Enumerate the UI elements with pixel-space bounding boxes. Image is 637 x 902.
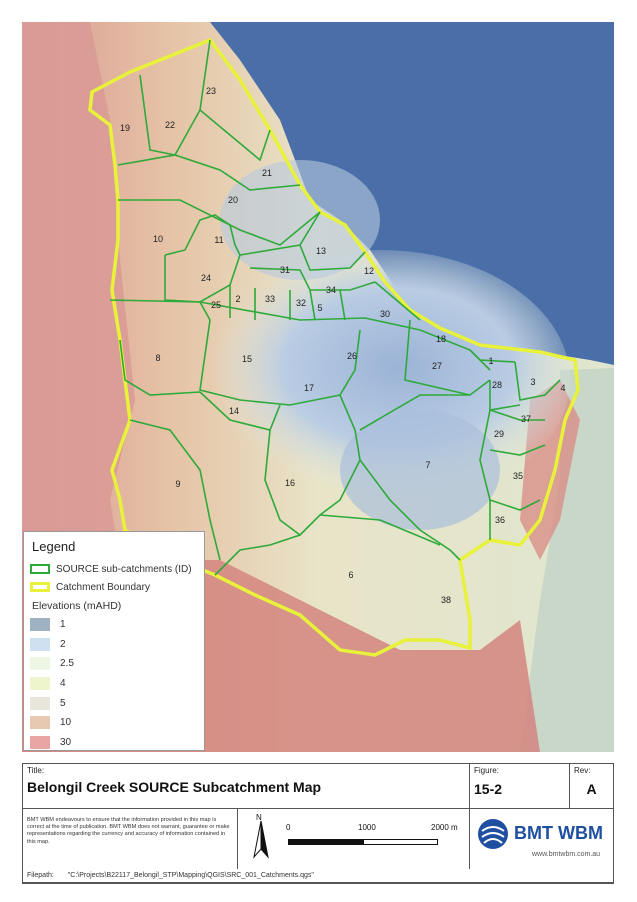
elevation-row: 2.5 <box>30 654 198 674</box>
subcatchment-label: 23 <box>206 86 216 96</box>
legend-item-boundary: Catchment Boundary <box>30 578 198 596</box>
subcatchment-label: 9 <box>175 479 180 489</box>
subcatchment-label: 4 <box>560 383 565 393</box>
subcatchment-label: 2 <box>235 294 240 304</box>
elevation-label: 1 <box>60 619 66 631</box>
legend-title: Legend <box>32 539 76 554</box>
disclaimer: BMT WBM endeavours to ensure that the in… <box>23 809 238 869</box>
subcatchment-label: 5 <box>317 303 322 313</box>
elevation-row: 1 <box>30 615 198 635</box>
subcatchment-label: 29 <box>494 429 504 439</box>
subcatchment-label: 31 <box>280 265 290 275</box>
scale-label-1000: 1000 <box>358 823 376 832</box>
north-label: N <box>256 813 262 822</box>
legend-item-label: Catchment Boundary <box>56 581 150 593</box>
subcatchment-label: 30 <box>380 309 390 319</box>
elevation-swatch <box>30 618 50 632</box>
elevation-label: 10 <box>60 717 72 729</box>
logo-cell: BMT WBM www.bmtwbm.com.au <box>470 809 613 869</box>
subcatchment-label: 1 <box>488 356 493 366</box>
boundary-swatch <box>30 582 50 592</box>
subcatchment-label: 27 <box>432 361 442 371</box>
subcatchment-label: 11 <box>214 235 223 245</box>
elevation-row: 10 <box>30 713 198 733</box>
subcatchment-label: 32 <box>296 298 306 308</box>
subcatchment-label: 22 <box>165 120 175 130</box>
figure-cell: Figure: 15-2 <box>470 764 570 809</box>
title-label: Title: <box>27 766 45 775</box>
logo-url[interactable]: www.bmtwbm.com.au <box>532 851 600 858</box>
elevation-swatch <box>30 637 50 651</box>
subcatchment-label: 21 <box>262 168 272 178</box>
elevation-list: 1 2 2.5 4 5 10 30 <box>30 615 198 752</box>
scale-cell: N 0 1000 2000 m <box>238 809 470 869</box>
subcatchment-swatch <box>30 564 50 574</box>
north-arrow-icon <box>253 820 269 859</box>
rev-cell: Rev: A <box>570 764 613 809</box>
legend-panel: Legend SOURCE sub-catchments (ID) Catchm… <box>23 531 205 751</box>
subcatchment-label: 25 <box>211 300 221 310</box>
elevation-row: 5 <box>30 693 198 713</box>
rev-value: A <box>586 781 597 797</box>
elevation-swatch <box>30 677 50 691</box>
subcatchment-label: 18 <box>436 334 446 344</box>
scale-bar <box>288 839 438 845</box>
subcatchment-label: 13 <box>316 246 326 256</box>
elevation-label: 2 <box>60 638 66 650</box>
title-block: Title: Belongil Creek SOURCE Subcatchmen… <box>22 763 614 883</box>
subcatchment-label: 7 <box>425 460 430 470</box>
subcatchment-label: 12 <box>364 266 374 276</box>
subcatchment-label: 24 <box>201 273 211 283</box>
subcatchment-label: 33 <box>265 294 275 304</box>
subcatchment-label: 3 <box>530 377 535 387</box>
bmt-logo-icon <box>478 819 508 849</box>
subcatchment-label: 26 <box>347 351 357 361</box>
elevation-row: 2 <box>30 635 198 655</box>
filepath-value: "C:\Projects\B22117_Belongil_STP\Mapping… <box>67 872 314 879</box>
title-cell: Title: Belongil Creek SOURCE Subcatchmen… <box>23 764 470 809</box>
logo-wordmark: BMT WBM <box>514 823 603 843</box>
legend-item-label: SOURCE sub-catchments (ID) <box>56 563 192 575</box>
subcatchment-label: 10 <box>153 234 163 244</box>
scale-label-0: 0 <box>286 823 291 832</box>
subcatchment-label: 16 <box>285 478 295 488</box>
subcatchment-label: 28 <box>492 380 502 390</box>
figure-number: 15-2 <box>474 781 503 797</box>
subcatchment-label: 14 <box>229 406 239 416</box>
subcatchment-label: 17 <box>304 383 314 393</box>
filepath-label: Filepath: <box>27 872 54 879</box>
subcatchment-label: 37 <box>521 414 531 424</box>
subcatchment-label: 36 <box>495 515 505 525</box>
elevation-swatch <box>30 735 50 749</box>
subcatchment-label: 6 <box>348 570 353 580</box>
subcatchment-label: 38 <box>441 595 451 605</box>
subcatchment-label: 19 <box>120 123 130 133</box>
legend-item-subcatchments: SOURCE sub-catchments (ID) <box>30 560 198 578</box>
elevation-label: 4 <box>60 678 66 690</box>
elevation-label: 2.5 <box>60 658 74 670</box>
elevation-swatch <box>30 657 50 671</box>
subcatchment-label: 15 <box>242 354 252 364</box>
rev-label: Rev: <box>574 766 591 775</box>
subcatchment-label: 35 <box>513 471 523 481</box>
subcatchment-label: 20 <box>228 195 238 205</box>
elevation-label: 5 <box>60 697 66 709</box>
subcatchment-label: 8 <box>155 353 160 363</box>
figure-label: Figure: <box>474 766 499 775</box>
filepath-row: Filepath: "C:\Projects\B22117_Belongil_S… <box>22 870 614 884</box>
elevation-swatch <box>30 696 50 710</box>
scale-label-2000: 2000 m <box>431 823 458 832</box>
elevation-label: 30 <box>60 736 72 748</box>
elevation-row: 30 <box>30 733 198 753</box>
map-title: Belongil Creek SOURCE Subcatchment Map <box>27 779 322 795</box>
elevations-title: Elevations (mAHD) <box>32 600 122 612</box>
subcatchment-label: 34 <box>326 285 336 295</box>
elevation-swatch <box>30 716 50 730</box>
elevation-row: 4 <box>30 674 198 694</box>
scale-bar-dark <box>289 840 364 844</box>
